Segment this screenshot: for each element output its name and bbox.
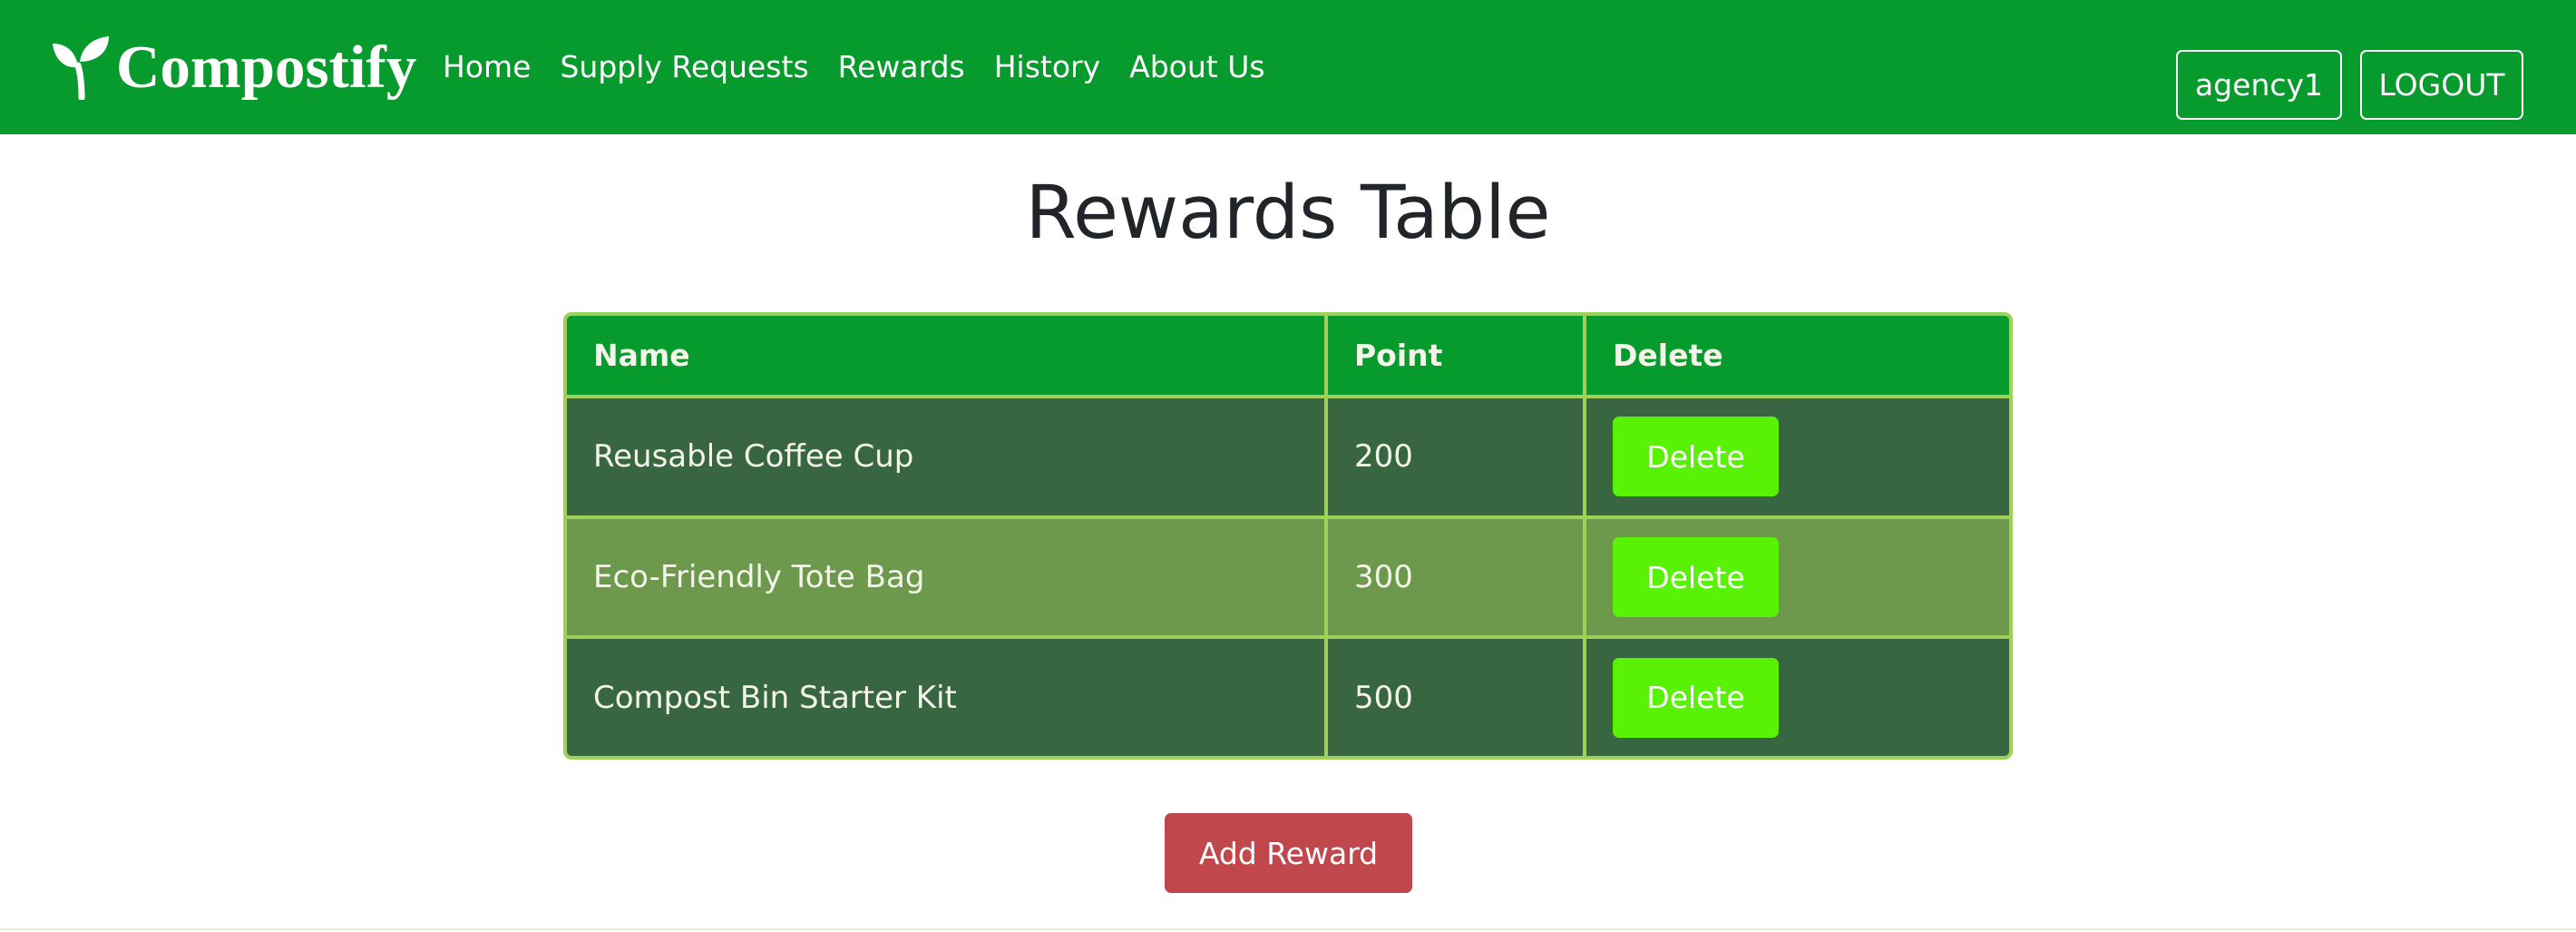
- nav-link-history[interactable]: History: [994, 40, 1100, 94]
- reward-name: Reusable Coffee Cup: [567, 395, 1328, 519]
- header-name: Name: [567, 316, 1328, 399]
- header-point: Point: [1324, 316, 1586, 399]
- delete-button[interactable]: Delete: [1613, 657, 1779, 738]
- delete-button[interactable]: Delete: [1613, 537, 1779, 618]
- table-row: Eco-Friendly Tote Bag 300 Delete: [567, 515, 2009, 640]
- user-account-button[interactable]: agency1: [2176, 50, 2342, 120]
- page-title: Rewards Table: [1025, 171, 1551, 256]
- delete-cell: Delete: [1583, 515, 2009, 640]
- nav-link-about-us[interactable]: About Us: [1129, 40, 1264, 94]
- brand-name: Compostify: [116, 34, 417, 101]
- table-row: Compost Bin Starter Kit 500 Delete: [567, 635, 2009, 756]
- header-delete: Delete: [1583, 316, 2009, 399]
- add-reward-button[interactable]: Add Reward: [1165, 813, 1412, 893]
- nav-links: Home Supply Requests Rewards History Abo…: [443, 40, 1294, 94]
- delete-cell: Delete: [1583, 395, 2009, 519]
- logout-button[interactable]: LOGOUT: [2360, 50, 2523, 120]
- table-row: Reusable Coffee Cup 200 Delete: [567, 395, 2009, 519]
- sprout-icon: [51, 34, 112, 100]
- reward-point: 200: [1324, 395, 1586, 519]
- reward-point: 500: [1324, 635, 1586, 756]
- brand-logo[interactable]: Compostify: [51, 31, 416, 103]
- rewards-table: Name Point Delete Reusable Coffee Cup 20…: [563, 312, 2013, 760]
- reward-name: Compost Bin Starter Kit: [567, 635, 1328, 756]
- top-navbar: Compostify Home Supply Requests Rewards …: [0, 0, 2576, 134]
- nav-link-home[interactable]: Home: [443, 40, 531, 94]
- nav-link-rewards[interactable]: Rewards: [838, 40, 965, 94]
- nav-link-supply-requests[interactable]: Supply Requests: [560, 40, 808, 94]
- delete-button[interactable]: Delete: [1613, 417, 1779, 497]
- reward-point: 300: [1324, 515, 1586, 640]
- reward-name: Eco-Friendly Tote Bag: [567, 515, 1328, 640]
- table-header-row: Name Point Delete: [567, 316, 2009, 399]
- delete-cell: Delete: [1583, 635, 2009, 756]
- footer-divider: [0, 928, 2576, 930]
